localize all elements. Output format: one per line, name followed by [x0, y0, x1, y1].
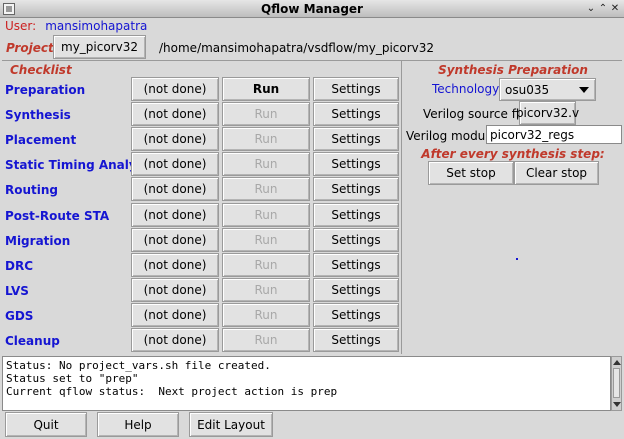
step-status-button[interactable]: (not done) [131, 102, 219, 126]
step-label: Placement [5, 133, 77, 147]
project-path: /home/mansimohapatra/vsdflow/my_picorv32 [159, 41, 435, 55]
verilog-source-button[interactable]: picorv32.v [516, 101, 579, 125]
maximize-icon[interactable]: ⌃ [597, 3, 609, 15]
step-run-button[interactable]: Run [222, 177, 310, 201]
technology-label: Technology: [432, 82, 503, 96]
step-run-button[interactable]: Run [222, 203, 310, 227]
step-status-button[interactable]: (not done) [131, 253, 219, 277]
step-label: LVS [5, 284, 29, 298]
step-settings-button[interactable]: Settings [313, 328, 399, 352]
step-status-button[interactable]: (not done) [131, 203, 219, 227]
step-settings-button[interactable]: Settings [313, 303, 399, 327]
step-run-button[interactable]: Run [222, 102, 310, 126]
step-run-button[interactable]: Run [222, 152, 310, 176]
close-icon[interactable]: ✕ [609, 3, 621, 15]
project-button[interactable]: my_picorv32 [53, 35, 146, 59]
scroll-down-icon[interactable] [613, 402, 621, 407]
step-settings-button[interactable]: Settings [313, 102, 399, 126]
step-label: DRC [5, 259, 34, 273]
step-status-button[interactable]: (not done) [131, 328, 219, 352]
step-status-button[interactable]: (not done) [131, 228, 219, 252]
step-run-button[interactable]: Run [222, 278, 310, 302]
status-scrollbar[interactable] [611, 356, 622, 411]
step-settings-button[interactable]: Settings [313, 253, 399, 277]
step-label: Synthesis [5, 108, 71, 122]
clear-stop-button[interactable]: Clear stop [514, 161, 599, 185]
after-synthesis-label: After every synthesis step: [421, 147, 605, 161]
synthesis-prep-title: Synthesis Preparation [438, 63, 588, 77]
edit-layout-button[interactable]: Edit Layout [189, 412, 273, 437]
step-status-button[interactable]: (not done) [131, 177, 219, 201]
project-row: Project: my_picorv32 /home/mansimohapatr… [0, 34, 624, 60]
technology-select[interactable]: osu035 [499, 78, 596, 101]
scroll-thumb[interactable] [613, 368, 620, 398]
step-settings-button[interactable]: Settings [313, 127, 399, 151]
scroll-up-icon[interactable] [613, 360, 621, 365]
step-status-button[interactable]: (not done) [131, 303, 219, 327]
step-settings-button[interactable]: Settings [313, 203, 399, 227]
status-line: Status: No project_vars.sh file created. [6, 359, 271, 372]
checklist-title: Checklist [10, 63, 72, 77]
status-console[interactable]: Status: No project_vars.sh file created.… [2, 356, 611, 411]
set-stop-button[interactable]: Set stop [428, 161, 514, 185]
step-status-button[interactable]: (not done) [131, 77, 219, 101]
step-run-button[interactable]: Run [222, 328, 310, 352]
step-status-button[interactable]: (not done) [131, 278, 219, 302]
user-name: mansimohapatra [45, 19, 148, 33]
step-status-button[interactable]: (not done) [131, 127, 219, 151]
step-run-button[interactable]: Run [222, 303, 310, 327]
quit-button[interactable]: Quit [5, 412, 87, 437]
help-button[interactable]: Help [97, 412, 179, 437]
step-run-button[interactable]: Run [222, 253, 310, 277]
step-label: Cleanup [5, 334, 60, 348]
minimize-icon[interactable]: ⌄ [585, 3, 597, 15]
status-line: Current qflow status: Next project actio… [6, 385, 338, 398]
step-label: GDS [5, 309, 34, 323]
user-label: User: [5, 19, 37, 33]
checklist-panel: Checklist Preparation (not done) Run Settin… [2, 61, 402, 354]
step-label: Migration [5, 234, 71, 248]
step-run-button[interactable]: Run [222, 127, 310, 151]
verilog-module-input[interactable]: picorv32_regs [486, 125, 622, 144]
step-label: Preparation [5, 83, 86, 97]
step-settings-button[interactable]: Settings [313, 177, 399, 201]
step-run-button[interactable]: Run [222, 77, 310, 101]
canvas-dot [516, 258, 518, 260]
user-row: User: mansimohapatra [5, 19, 147, 33]
title-bar: Qflow Manager ⌄ ⌃ ✕ [0, 0, 624, 18]
project-label: Project: [6, 41, 59, 55]
chevron-down-icon [579, 87, 589, 93]
step-status-button[interactable]: (not done) [131, 152, 219, 176]
step-settings-button[interactable]: Settings [313, 77, 399, 101]
step-settings-button[interactable]: Settings [313, 278, 399, 302]
step-settings-button[interactable]: Settings [313, 228, 399, 252]
technology-value: osu035 [505, 83, 550, 97]
synthesis-prep-panel: Synthesis Preparation Technology: osu035… [404, 61, 622, 354]
step-settings-button[interactable]: Settings [313, 152, 399, 176]
step-label: Post-Route STA [5, 209, 110, 223]
window-title: Qflow Manager [261, 2, 363, 16]
step-label: Routing [5, 183, 59, 197]
status-line: Status set to "prep" [6, 372, 139, 385]
step-run-button[interactable]: Run [222, 228, 310, 252]
